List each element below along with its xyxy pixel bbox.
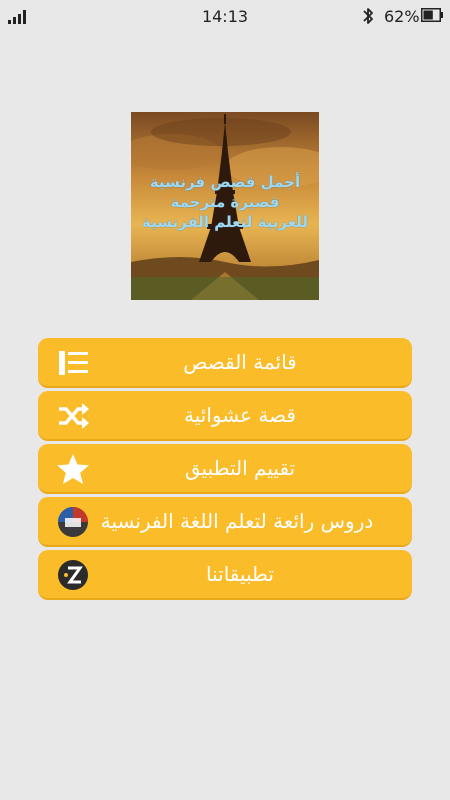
- battery-percent: 62%: [384, 7, 420, 26]
- hero-caption-line: أجمل قصص فرنسية: [149, 173, 301, 191]
- hero-image: أجمل قصص فرنسية قصيرة مترجمة للعربية لتع…: [131, 112, 319, 300]
- bluetooth-icon: [363, 8, 373, 24]
- menu-item-label: قصة عشوائية: [184, 403, 296, 427]
- menu-item-label: دروس رائعة لتعلم اللغة الفرنسية: [100, 509, 374, 533]
- our-apps-button[interactable]: تطبيقاتنا: [38, 550, 412, 600]
- status-clock: 14:13: [201, 7, 249, 26]
- status-bar: 14:13 62%: [0, 0, 450, 32]
- hero-caption-line: قصيرة مترجمة: [170, 193, 280, 211]
- menu-item-label: تطبيقاتنا: [206, 562, 274, 586]
- menu-item-label: تقييم التطبيق: [184, 456, 296, 480]
- hero-caption: أجمل قصص فرنسية قصيرة مترجمة للعربية لتع…: [135, 172, 315, 232]
- hero-caption-line: للعربية لتعلم الفرنسية: [142, 213, 308, 231]
- menu-item-label: قائمة القصص: [183, 350, 297, 374]
- battery-icon: [421, 8, 443, 22]
- random-story-button[interactable]: قصة عشوائية: [38, 391, 412, 441]
- stories-list-button[interactable]: قائمة القصص: [38, 338, 412, 388]
- french-lessons-button[interactable]: دروس رائعة لتعلم اللغة الفرنسية: [38, 497, 412, 547]
- rate-app-button[interactable]: تقييم التطبيق: [38, 444, 412, 494]
